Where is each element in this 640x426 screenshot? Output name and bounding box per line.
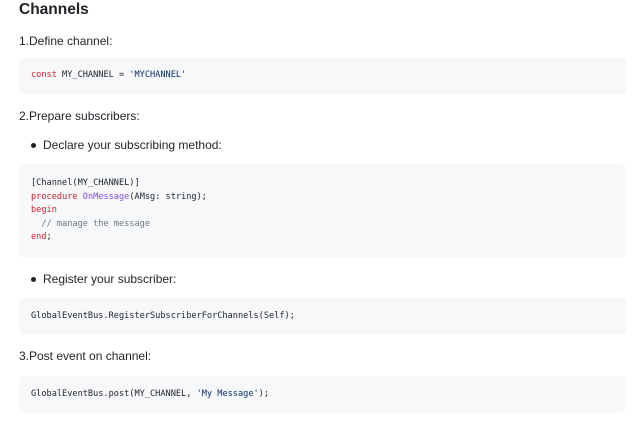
step-define-channel: 1.Define channel: — [19, 34, 113, 48]
code-text: MY_CHANNEL = — [56, 70, 130, 80]
code-text: GlobalEventBus.RegisterSubscriberForChan… — [31, 311, 295, 321]
code-keyword: begin — [31, 205, 57, 215]
code-keyword: end — [31, 232, 47, 242]
code-comment: // manage the message — [31, 218, 150, 229]
code-keyword: const — [31, 70, 57, 80]
step-prepare-subscribers: 2.Prepare subscribers: — [19, 109, 140, 123]
code-keyword: procedure — [31, 191, 78, 202]
bullet-declare-method: Declare your subscribing method: — [31, 137, 222, 153]
code-block-register-subscriber[interactable]: GlobalEventBus.RegisterSubscriberForChan… — [19, 298, 626, 335]
code-text: ); — [258, 389, 270, 399]
code-string: 'MYCHANNEL' — [129, 70, 187, 80]
bullet-dot — [31, 276, 36, 282]
code-block-post-event[interactable]: GlobalEventBus.post(MY_CHANNEL, 'My Mess… — [19, 376, 626, 413]
code-string: 'My Message' — [196, 389, 259, 399]
bullet-label: Register your subscriber: — [43, 272, 177, 286]
section-heading: Channels — [19, 1, 89, 18]
code-text: GlobalEventBus.post(MY_CHANNEL, — [31, 389, 197, 399]
code-text: ; — [46, 232, 52, 242]
documentation-page: Channels 1.Define channel: const MY_CHAN… — [0, 0, 640, 426]
bullet-dot — [31, 142, 36, 148]
code-line-attribute: [Channel(MY_CHANNEL)] — [31, 178, 140, 188]
code-method-name: OnMessage — [82, 191, 130, 202]
bullet-register-subscriber: Register your subscriber: — [31, 271, 176, 287]
code-block-declare-method[interactable]: [Channel(MY_CHANNEL)] procedure OnMessag… — [19, 164, 626, 258]
code-block-define-channel[interactable]: const MY_CHANNEL = 'MYCHANNEL' — [19, 58, 626, 94]
bullet-label: Declare your subscribing method: — [43, 138, 222, 152]
step-post-event: 3.Post event on channel: — [19, 349, 152, 363]
code-params: (AMsg: string); — [129, 191, 207, 202]
